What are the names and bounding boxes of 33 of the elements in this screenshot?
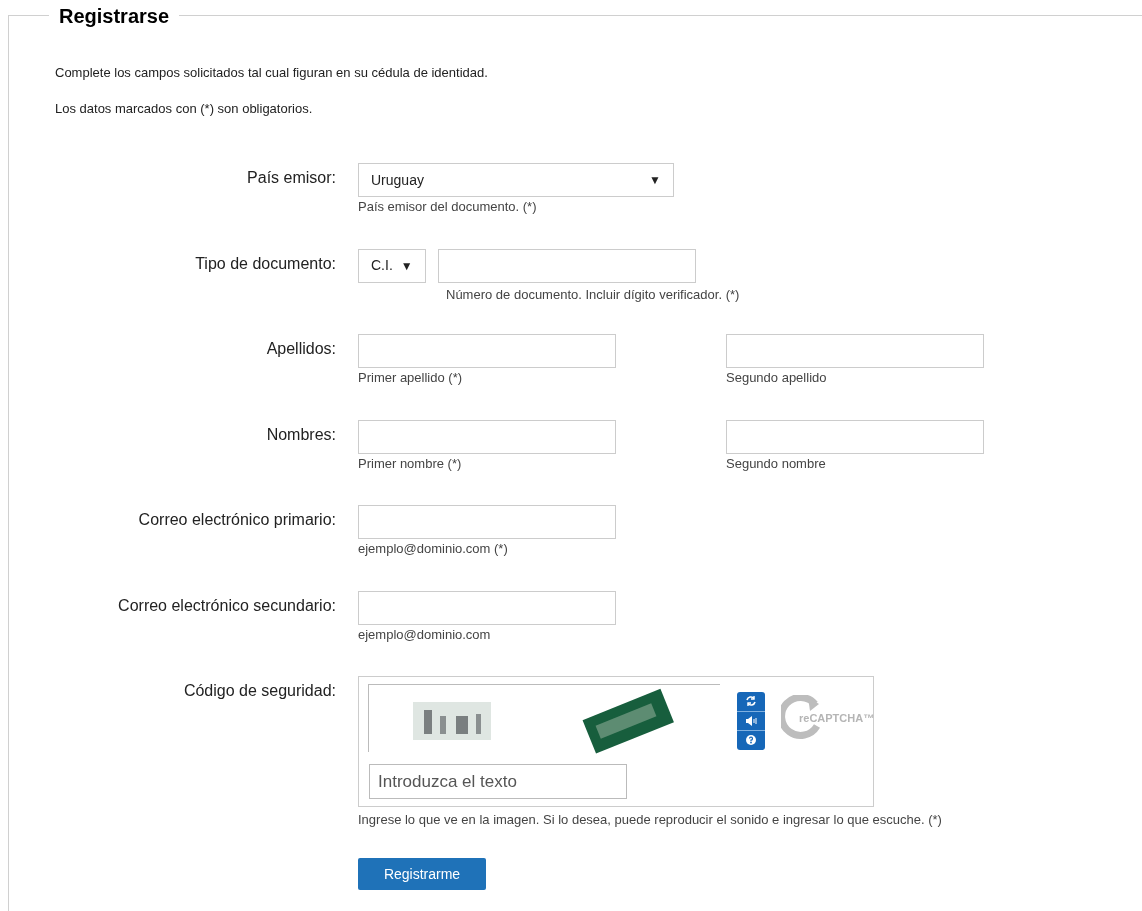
field-hint: País emisor del documento. (*) bbox=[358, 199, 538, 215]
field-hint: Primer apellido (*) bbox=[358, 370, 464, 386]
field-hint: Segundo nombre bbox=[726, 455, 827, 472]
field-label: Correo electrónico primario: bbox=[138, 510, 336, 530]
help-icon[interactable] bbox=[743, 732, 759, 748]
field-label: País emisor: bbox=[247, 168, 336, 188]
field-hint: ejemplo@dominio.com (*) bbox=[358, 541, 509, 557]
field-hint: Ingrese lo que ve en la imagen. Si lo desea, puede reproducir el sonido e ingresar lo que escuche. (*) bbox=[358, 812, 942, 828]
speaker-icon[interactable] bbox=[743, 713, 759, 729]
field-hint: Primer nombre (*) bbox=[358, 455, 463, 472]
captcha-input-field[interactable]: Introduzca el texto bbox=[369, 764, 627, 799]
captcha-logo-text: reCAPTCHA™ bbox=[799, 710, 875, 726]
text-input[interactable] bbox=[358, 334, 616, 368]
field-hint: Segundo apellido bbox=[726, 370, 828, 386]
field-label: Apellidos: bbox=[266, 339, 336, 359]
field-hint: ejemplo@dominio.com bbox=[358, 626, 492, 643]
field-label: Código de seguridad: bbox=[183, 681, 336, 701]
instruction-text: Los datos marcados con (*) son obligatorios. bbox=[55, 101, 314, 117]
text-input[interactable] bbox=[358, 505, 616, 539]
text-input[interactable] bbox=[358, 419, 616, 454]
instruction-text: Complete los campos solicitados tal cual figuran en su cédula de identidad. bbox=[55, 65, 489, 81]
dropdown[interactable]: C.I. ▼ bbox=[358, 248, 426, 283]
field-hint: Número de documento. Incluir dígito verificador. (*) bbox=[446, 286, 740, 303]
section-title: Registrarse bbox=[59, 4, 170, 29]
field-label: Tipo de documento: bbox=[195, 253, 336, 274]
text-input[interactable] bbox=[438, 248, 696, 283]
field-label: Nombres: bbox=[266, 424, 336, 445]
dropdown[interactable]: Uruguay ▼ bbox=[358, 163, 674, 197]
text-input[interactable] bbox=[726, 334, 984, 368]
text-input[interactable] bbox=[358, 590, 616, 625]
field-label: Correo electrónico secundario: bbox=[118, 595, 336, 616]
text-input[interactable] bbox=[726, 419, 984, 454]
submit-button[interactable]: Registrarme bbox=[358, 858, 486, 890]
